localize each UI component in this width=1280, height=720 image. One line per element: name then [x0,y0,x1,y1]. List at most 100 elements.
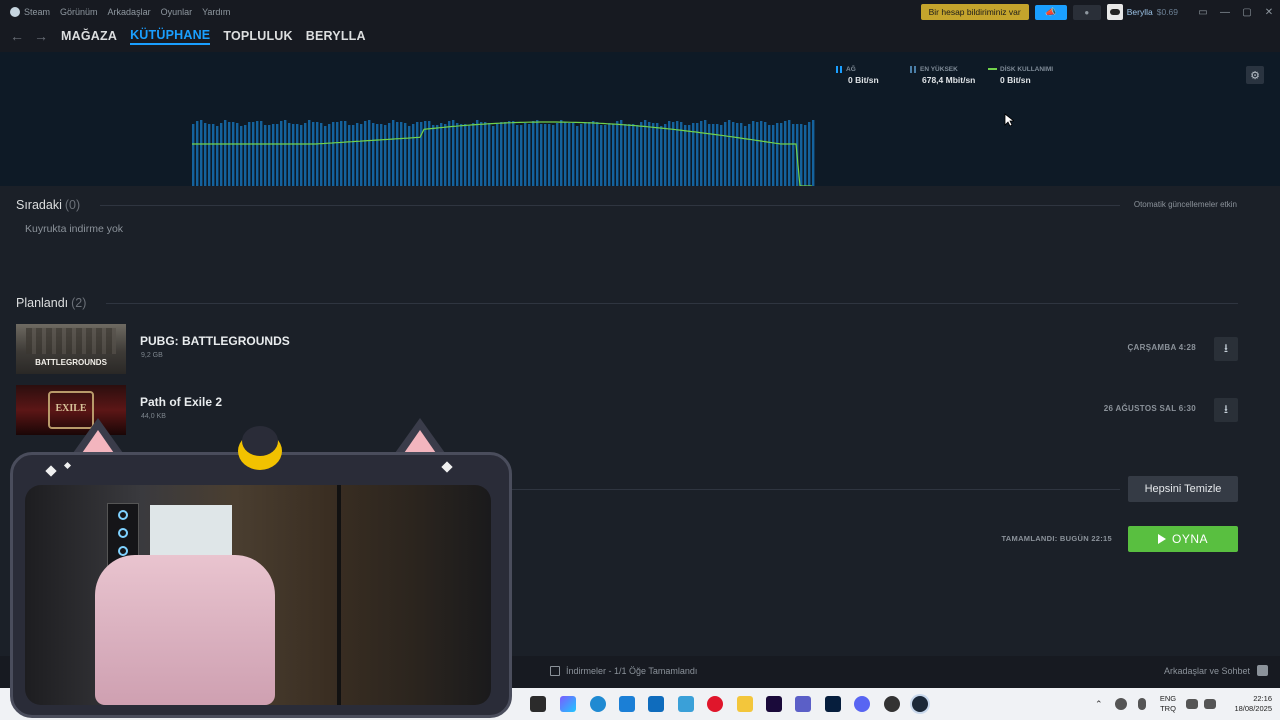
downloads-status-link[interactable]: İndirmeler - 1/1 Öğe Tamamlandı [566,666,697,676]
network-bar [624,124,627,186]
menu-games[interactable]: Oyunlar [161,7,193,17]
nav-profile[interactable]: BERYLLA [306,29,366,43]
network-bar [416,122,419,186]
list-item[interactable]: BATTLEGROUNDS PUBG: BATTLEGROUNDS 9,2 GB… [16,324,1238,376]
network-bar [248,122,251,186]
opera-icon[interactable] [707,696,723,712]
download-now-button[interactable]: ⭳ [1214,337,1238,361]
network-bar [720,125,723,186]
photoshop-icon[interactable] [825,696,841,712]
game-thumbnail[interactable]: BATTLEGROUNDS [16,324,126,374]
network-bar [600,125,603,186]
network-bar [760,121,763,186]
network-bar [516,125,519,186]
network-bar [552,125,555,186]
network-bar [204,123,207,186]
sparkle-icon [45,465,57,477]
network-bar [680,122,683,186]
edge-icon[interactable] [590,696,606,712]
nav-library[interactable]: KÜTÜPHANE [130,28,211,45]
network-icon[interactable] [1186,699,1198,709]
username-dropdown[interactable]: Berylla [1127,7,1153,17]
app-icon[interactable] [884,696,900,712]
steam-window: Steam Görünüm Arkadaşlar Oyunlar Yardım … [0,0,1280,720]
stat-peak: EN YÜKSEK 678,4 Mbit/sn [910,66,975,85]
network-bar [632,124,635,186]
network-bar [536,120,539,186]
steam-logo-icon [10,7,20,17]
account-warning-button[interactable]: Bir hesap bildiriminiz var [920,4,1029,20]
scheduled-title: Planlandı (2) [16,296,86,310]
gear-icon: ⚙ [1250,69,1260,82]
network-bar [276,124,279,186]
network-bar [752,121,755,186]
clock[interactable]: 22:16 18/08/2025 [1222,694,1272,714]
taskview-icon[interactable] [530,696,546,712]
chevron-up-icon[interactable]: ⌃ [1095,699,1105,709]
network-bar [732,122,735,186]
queue-count: (0) [64,198,81,212]
network-bar [712,124,715,186]
graph-settings-button[interactable]: ⚙ [1246,66,1264,84]
downloads-icon [550,666,560,676]
menu-view[interactable]: Görünüm [60,7,98,17]
menu-help[interactable]: Yardım [202,7,230,17]
language-indicator[interactable]: ENG TRQ [1154,694,1182,714]
queue-title: Sıradaki (0) [16,198,80,212]
notifications-button[interactable]: ● [1072,4,1101,20]
download-now-button[interactable]: ⭳ [1214,398,1238,422]
announcements-button[interactable]: 📣 [1034,4,1067,20]
download-icon: ⭳ [1223,401,1229,416]
network-bar [780,123,783,186]
network-bar [216,126,219,186]
mouse-cursor-icon [1004,113,1014,127]
network-bar [444,124,447,186]
clock-time: 22:16 [1253,694,1272,703]
after-effects-icon[interactable] [766,696,782,712]
store-icon[interactable] [619,696,635,712]
network-bar [604,125,607,186]
discord-icon[interactable] [854,696,870,712]
friends-chat-button[interactable]: Arkadaşlar ve Sohbet [1164,666,1250,676]
network-bar [312,122,315,186]
file-explorer-icon[interactable] [737,696,753,712]
sparkle-icon [441,461,453,473]
menu-friends[interactable]: Arkadaşlar [108,7,151,17]
volume-icon[interactable] [1204,699,1216,709]
network-bar [556,123,559,186]
teams-icon[interactable] [795,696,811,712]
thumbnail-title: BATTLEGROUNDS [35,358,107,367]
clear-all-button[interactable]: Hepsini Temizle [1128,476,1238,502]
forward-arrow-icon[interactable]: → [34,28,48,44]
outlook-icon[interactable] [648,696,664,712]
scheduled-time: 26 AĞUSTOS SAL 6:30 [1103,404,1196,413]
play-button[interactable]: OYNA [1128,526,1238,552]
network-bar [468,125,471,186]
network-bar [636,125,639,186]
microphone-icon[interactable] [1138,698,1146,710]
network-bar [300,125,303,186]
steam-taskbar-icon[interactable] [912,696,928,712]
network-bar [748,124,751,186]
divider [100,205,1120,206]
stat-peak-value: 678,4 Mbit/sn [922,75,976,86]
nav-community[interactable]: TOPLULUK [223,29,292,43]
network-bar [488,123,491,186]
network-bar [620,120,623,186]
stat-peak-label: EN YÜKSEK [920,66,958,74]
network-bar [644,120,647,186]
game-title[interactable]: Path of Exile 2 [140,395,222,409]
network-bar [540,124,543,186]
remote-desktop-icon[interactable] [678,696,694,712]
tray-app-icon[interactable] [1115,698,1127,710]
game-title[interactable]: PUBG: BATTLEGROUNDS [140,334,290,348]
menu-steam[interactable]: Steam [24,7,50,17]
network-bar [340,121,343,186]
avatar[interactable] [1106,4,1123,20]
webcam-overlay [10,418,514,720]
scheduled-count: (2) [71,296,87,310]
back-arrow-icon[interactable]: ← [10,28,24,44]
copilot-icon[interactable] [560,696,576,712]
network-bar [648,122,651,186]
nav-store[interactable]: MAĞAZA [61,29,117,43]
